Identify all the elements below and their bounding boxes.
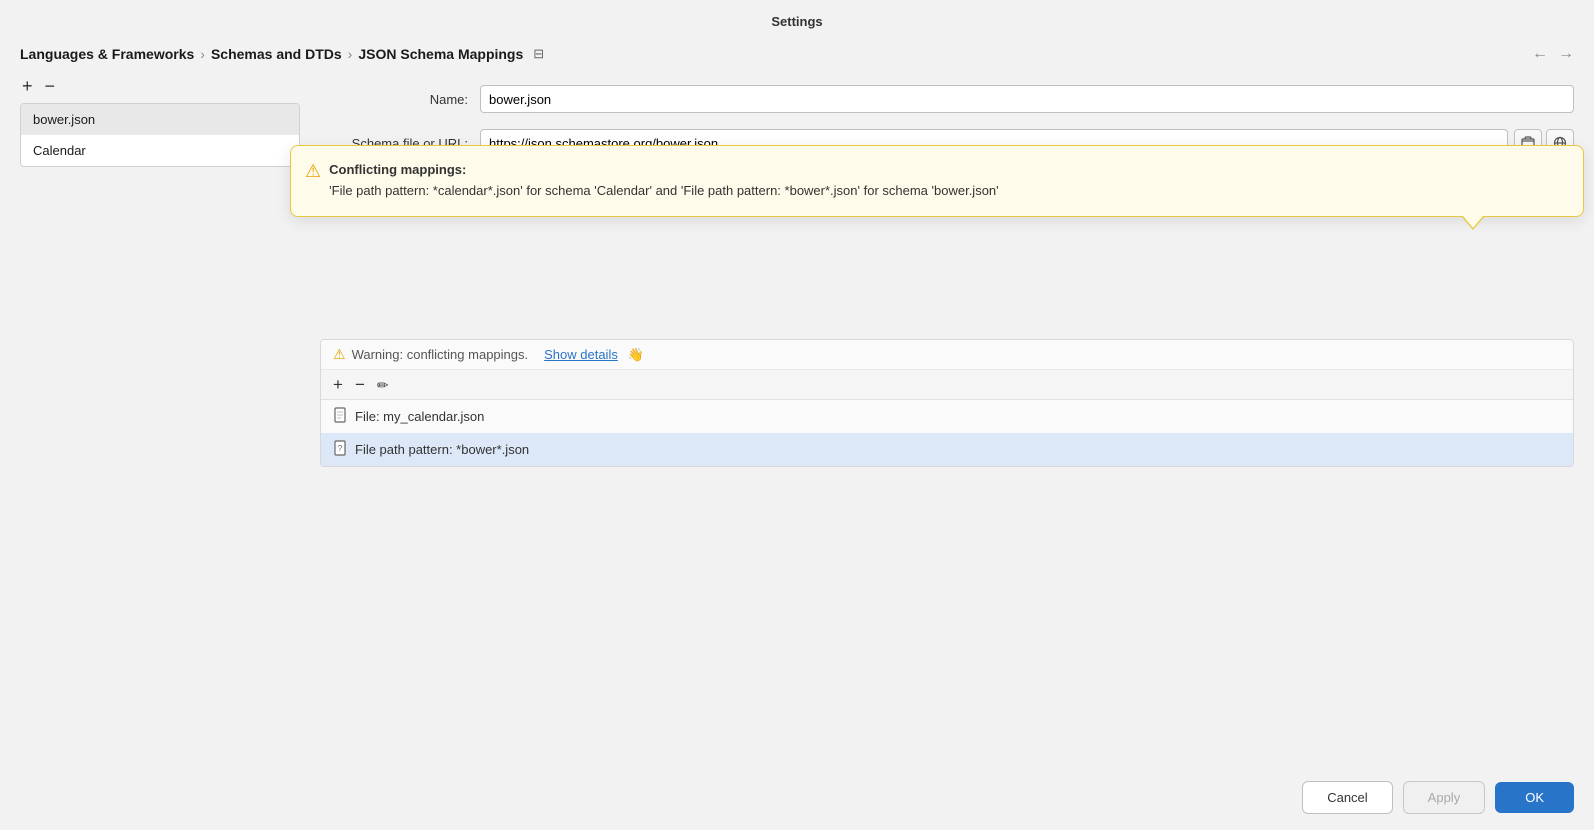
apply-button[interactable]: Apply (1403, 781, 1486, 814)
breadcrumb: Languages & Frameworks › Schemas and DTD… (0, 39, 1594, 73)
name-input[interactable] (480, 85, 1574, 113)
cursor-hand-icon: 👋 (628, 347, 644, 363)
schema-list: bower.json Calendar (20, 103, 300, 167)
mappings-toolbar: + − ✏ (321, 370, 1573, 400)
mapping-item-icon (333, 407, 347, 426)
breadcrumb-sep1: › (200, 46, 205, 62)
mapping-item-icon: ? (333, 440, 347, 459)
schema-list-item[interactable]: Calendar (21, 135, 299, 166)
edit-mapping-button[interactable]: ✏ (375, 378, 391, 392)
show-details-link[interactable]: Show details (544, 347, 618, 362)
bottom-bar: Cancel Apply OK (0, 765, 1594, 830)
nav-arrows: ← → (1532, 45, 1574, 63)
add-schema-button[interactable]: + (20, 77, 35, 95)
mappings-section: ⚠ Warning: conflicting mappings. Show de… (320, 339, 1574, 467)
ok-button[interactable]: OK (1495, 782, 1574, 813)
schema-list-item[interactable]: bower.json (21, 104, 299, 135)
mapping-item-label: File: my_calendar.json (355, 409, 484, 424)
warning-inline-row: ⚠ Warning: conflicting mappings. Show de… (321, 340, 1573, 370)
warning-inline-text: Warning: conflicting mappings. (352, 347, 529, 362)
main-content: + − bower.json Calendar Name: Schema fil… (0, 73, 1594, 765)
title-text: Settings (771, 14, 822, 29)
warning-balloon-text: Conflicting mappings: 'File path pattern… (329, 160, 999, 202)
warning-balloon: ⚠ Conflicting mappings: 'File path patte… (290, 145, 1584, 217)
warning-balloon-body: 'File path pattern: *calendar*.json' for… (329, 183, 999, 198)
window-title: Settings (0, 0, 1594, 39)
add-mapping-button[interactable]: + (331, 376, 345, 393)
mapping-item[interactable]: ? File path pattern: *bower*.json (321, 433, 1573, 466)
left-panel: + − bower.json Calendar (20, 73, 300, 765)
mapping-item-label: File path pattern: *bower*.json (355, 442, 529, 457)
list-toolbar: + − (20, 73, 300, 103)
remove-mapping-button[interactable]: − (353, 376, 367, 393)
breadcrumb-part2[interactable]: Schemas and DTDs (211, 46, 342, 62)
warning-balloon-icon: ⚠ (305, 161, 321, 182)
warning-inline-icon: ⚠ (333, 346, 346, 363)
breadcrumb-part1[interactable]: Languages & Frameworks (20, 46, 194, 62)
breadcrumb-part3[interactable]: JSON Schema Mappings (358, 46, 523, 62)
mapping-item[interactable]: File: my_calendar.json (321, 400, 1573, 433)
mapping-list: File: my_calendar.json ? File path patte… (321, 400, 1573, 466)
warning-balloon-title: Conflicting mappings: (329, 160, 999, 181)
breadcrumb-sep2: › (348, 46, 353, 62)
forward-arrow[interactable]: → (1558, 45, 1574, 63)
svg-text:?: ? (338, 444, 343, 453)
collapse-icon[interactable]: ⊟ (533, 46, 544, 62)
cancel-button[interactable]: Cancel (1302, 781, 1392, 814)
name-label: Name: (320, 92, 480, 107)
remove-schema-button[interactable]: − (43, 77, 58, 95)
warning-title-row: ⚠ Conflicting mappings: 'File path patte… (305, 160, 1565, 202)
back-arrow[interactable]: ← (1532, 45, 1548, 63)
name-field-row: Name: (320, 85, 1574, 113)
right-panel: Name: Schema file or URL: (300, 73, 1574, 765)
